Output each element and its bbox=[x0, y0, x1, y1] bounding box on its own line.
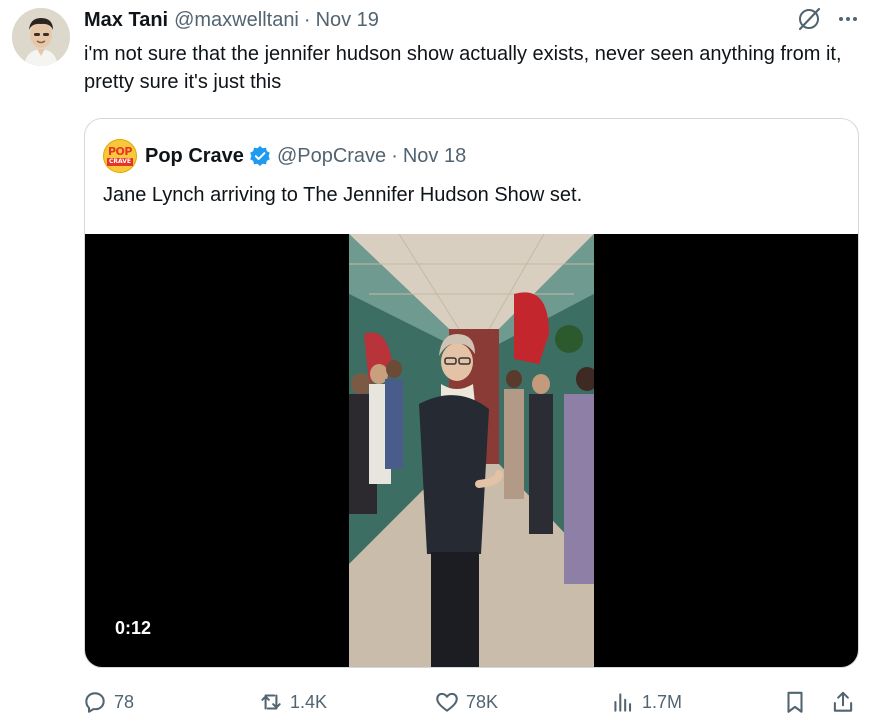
author-handle[interactable]: @maxwelltani bbox=[174, 9, 299, 32]
bookmark-button[interactable] bbox=[782, 684, 808, 720]
quoted-tweet-text: Jane Lynch arriving to The Jennifer Huds… bbox=[103, 184, 583, 206]
reply-button[interactable]: 78 bbox=[82, 684, 134, 720]
tweet-date[interactable]: Nov 19 bbox=[316, 9, 379, 32]
bookmark-icon bbox=[782, 689, 808, 715]
quoted-tweet[interactable]: POP CRAVE Pop Crave @PopCrave · Nov 18 J… bbox=[84, 118, 859, 668]
separator-dot: · bbox=[391, 144, 398, 167]
reply-count: 78 bbox=[114, 691, 135, 712]
quoted-author-name[interactable]: Pop Crave bbox=[145, 145, 244, 168]
reply-icon bbox=[82, 689, 108, 715]
video-duration: 0:12 bbox=[115, 618, 152, 638]
heart-icon bbox=[434, 689, 460, 715]
video-player[interactable]: 0:12 bbox=[85, 234, 858, 667]
author-avatar[interactable] bbox=[12, 8, 70, 66]
like-button[interactable]: 78K bbox=[434, 684, 498, 720]
avatar-logo-text-bottom: CRAVE bbox=[106, 158, 133, 166]
more-icon[interactable] bbox=[836, 7, 860, 31]
tweet-header: Max Tani @maxwelltani · Nov 19 bbox=[84, 6, 379, 34]
video-thumbnail bbox=[349, 234, 594, 667]
views-count: 1.7M bbox=[642, 691, 683, 712]
tweet-text: i'm not sure that the jennifer hudson sh… bbox=[84, 43, 842, 93]
views-button[interactable]: 1.7M bbox=[610, 684, 682, 720]
author-name[interactable]: Max Tani bbox=[84, 9, 168, 32]
action-bar: 78 1.4K 78K 1.7M bbox=[82, 684, 862, 720]
quoted-author-handle[interactable]: @PopCrave bbox=[277, 145, 386, 168]
grok-icon[interactable] bbox=[796, 6, 822, 32]
separator-dot: · bbox=[303, 8, 311, 31]
share-icon bbox=[830, 689, 856, 715]
views-icon bbox=[610, 689, 636, 715]
avatar-logo-text-top: POP bbox=[108, 145, 132, 158]
repost-icon bbox=[258, 689, 284, 715]
like-count: 78K bbox=[466, 691, 499, 712]
share-button[interactable] bbox=[830, 684, 856, 720]
repost-button[interactable]: 1.4K bbox=[258, 684, 327, 720]
verified-badge-icon bbox=[249, 145, 271, 167]
quoted-tweet-header: POP CRAVE Pop Crave @PopCrave · Nov 18 bbox=[103, 139, 466, 173]
top-icons bbox=[796, 6, 860, 32]
quoted-author-avatar[interactable]: POP CRAVE bbox=[103, 139, 137, 173]
quoted-tweet-date[interactable]: Nov 18 bbox=[403, 145, 466, 168]
repost-count: 1.4K bbox=[290, 691, 328, 712]
